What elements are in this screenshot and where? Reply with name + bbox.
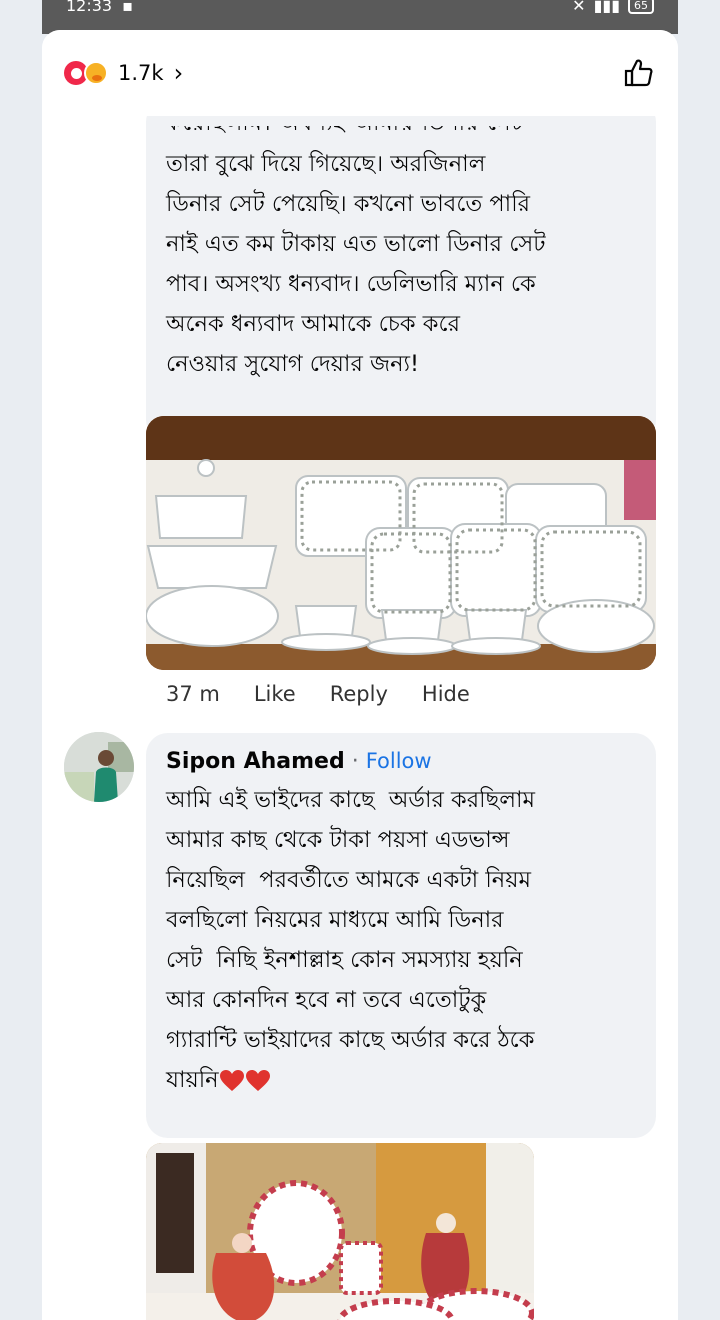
comment-body: আমি এই ভাইদের কাছে অর্ডার করছিলাম আমার ক…: [166, 780, 636, 1100]
dinner-set-photo[interactable]: [146, 416, 656, 670]
reply-link[interactable]: Reply: [330, 682, 388, 706]
page-margin-right: [678, 30, 720, 1300]
separator-dot: ·: [351, 749, 359, 774]
reaction-count: 1.7k: [118, 61, 164, 85]
comment-bubble: Sipon Ahamed · Follow আমি এই ভাইদের কাছে…: [146, 733, 656, 1138]
red-heart-icon: [219, 1069, 244, 1091]
author-name[interactable]: Sipon Ahamed: [166, 749, 345, 774]
follow-button[interactable]: Follow: [366, 749, 432, 773]
care-reaction-icon: [84, 61, 108, 85]
dinner-set-image: [146, 1143, 534, 1320]
comment-author-line: Sipon Ahamed · Follow: [166, 745, 636, 778]
reaction-summary[interactable]: 1.7k ›: [64, 59, 183, 87]
battery-icon: 65: [628, 0, 654, 14]
dinner-set-photo[interactable]: [146, 1143, 534, 1320]
comments-sheet[interactable]: 1.7k › কয়েছিলাম। অবশ্যই আমায় ডিনার সেট…: [42, 30, 678, 1320]
like-thumb-icon[interactable]: [622, 56, 656, 90]
mute-icon: ✕: [572, 0, 586, 15]
comment-actions: 37 m Like Reply Hide: [166, 682, 470, 706]
comment-bubble: কয়েছিলাম। অবশ্যই আমায় ডিনার সেট তারা ব…: [146, 100, 656, 442]
reactions-header: 1.7k ›: [42, 30, 678, 116]
chevron-right-icon: ›: [173, 59, 184, 87]
red-heart-icon: [245, 1069, 270, 1091]
like-link[interactable]: Like: [254, 682, 296, 706]
comment-text: তারা বুঝে দিয়ে গিয়েছে। অরজিনাল ডিনার স…: [166, 151, 546, 377]
avatar-image: [64, 732, 134, 802]
page-margin-left: [0, 30, 42, 1300]
hide-link[interactable]: Hide: [422, 682, 470, 706]
comment-time: 37 m: [166, 682, 220, 706]
notification-icon: ▪: [122, 0, 133, 15]
status-bar: 12:33 ▪ ✕ ▮▮▮ 65: [42, 0, 678, 34]
avatar[interactable]: [64, 732, 134, 802]
dinner-set-image: [146, 416, 656, 670]
signal-icon: ▮▮▮: [593, 0, 620, 15]
status-time: 12:33: [66, 0, 113, 15]
comment-text: আমি এই ভাইদের কাছে অর্ডার করছিলাম আমার ক…: [166, 787, 536, 1093]
